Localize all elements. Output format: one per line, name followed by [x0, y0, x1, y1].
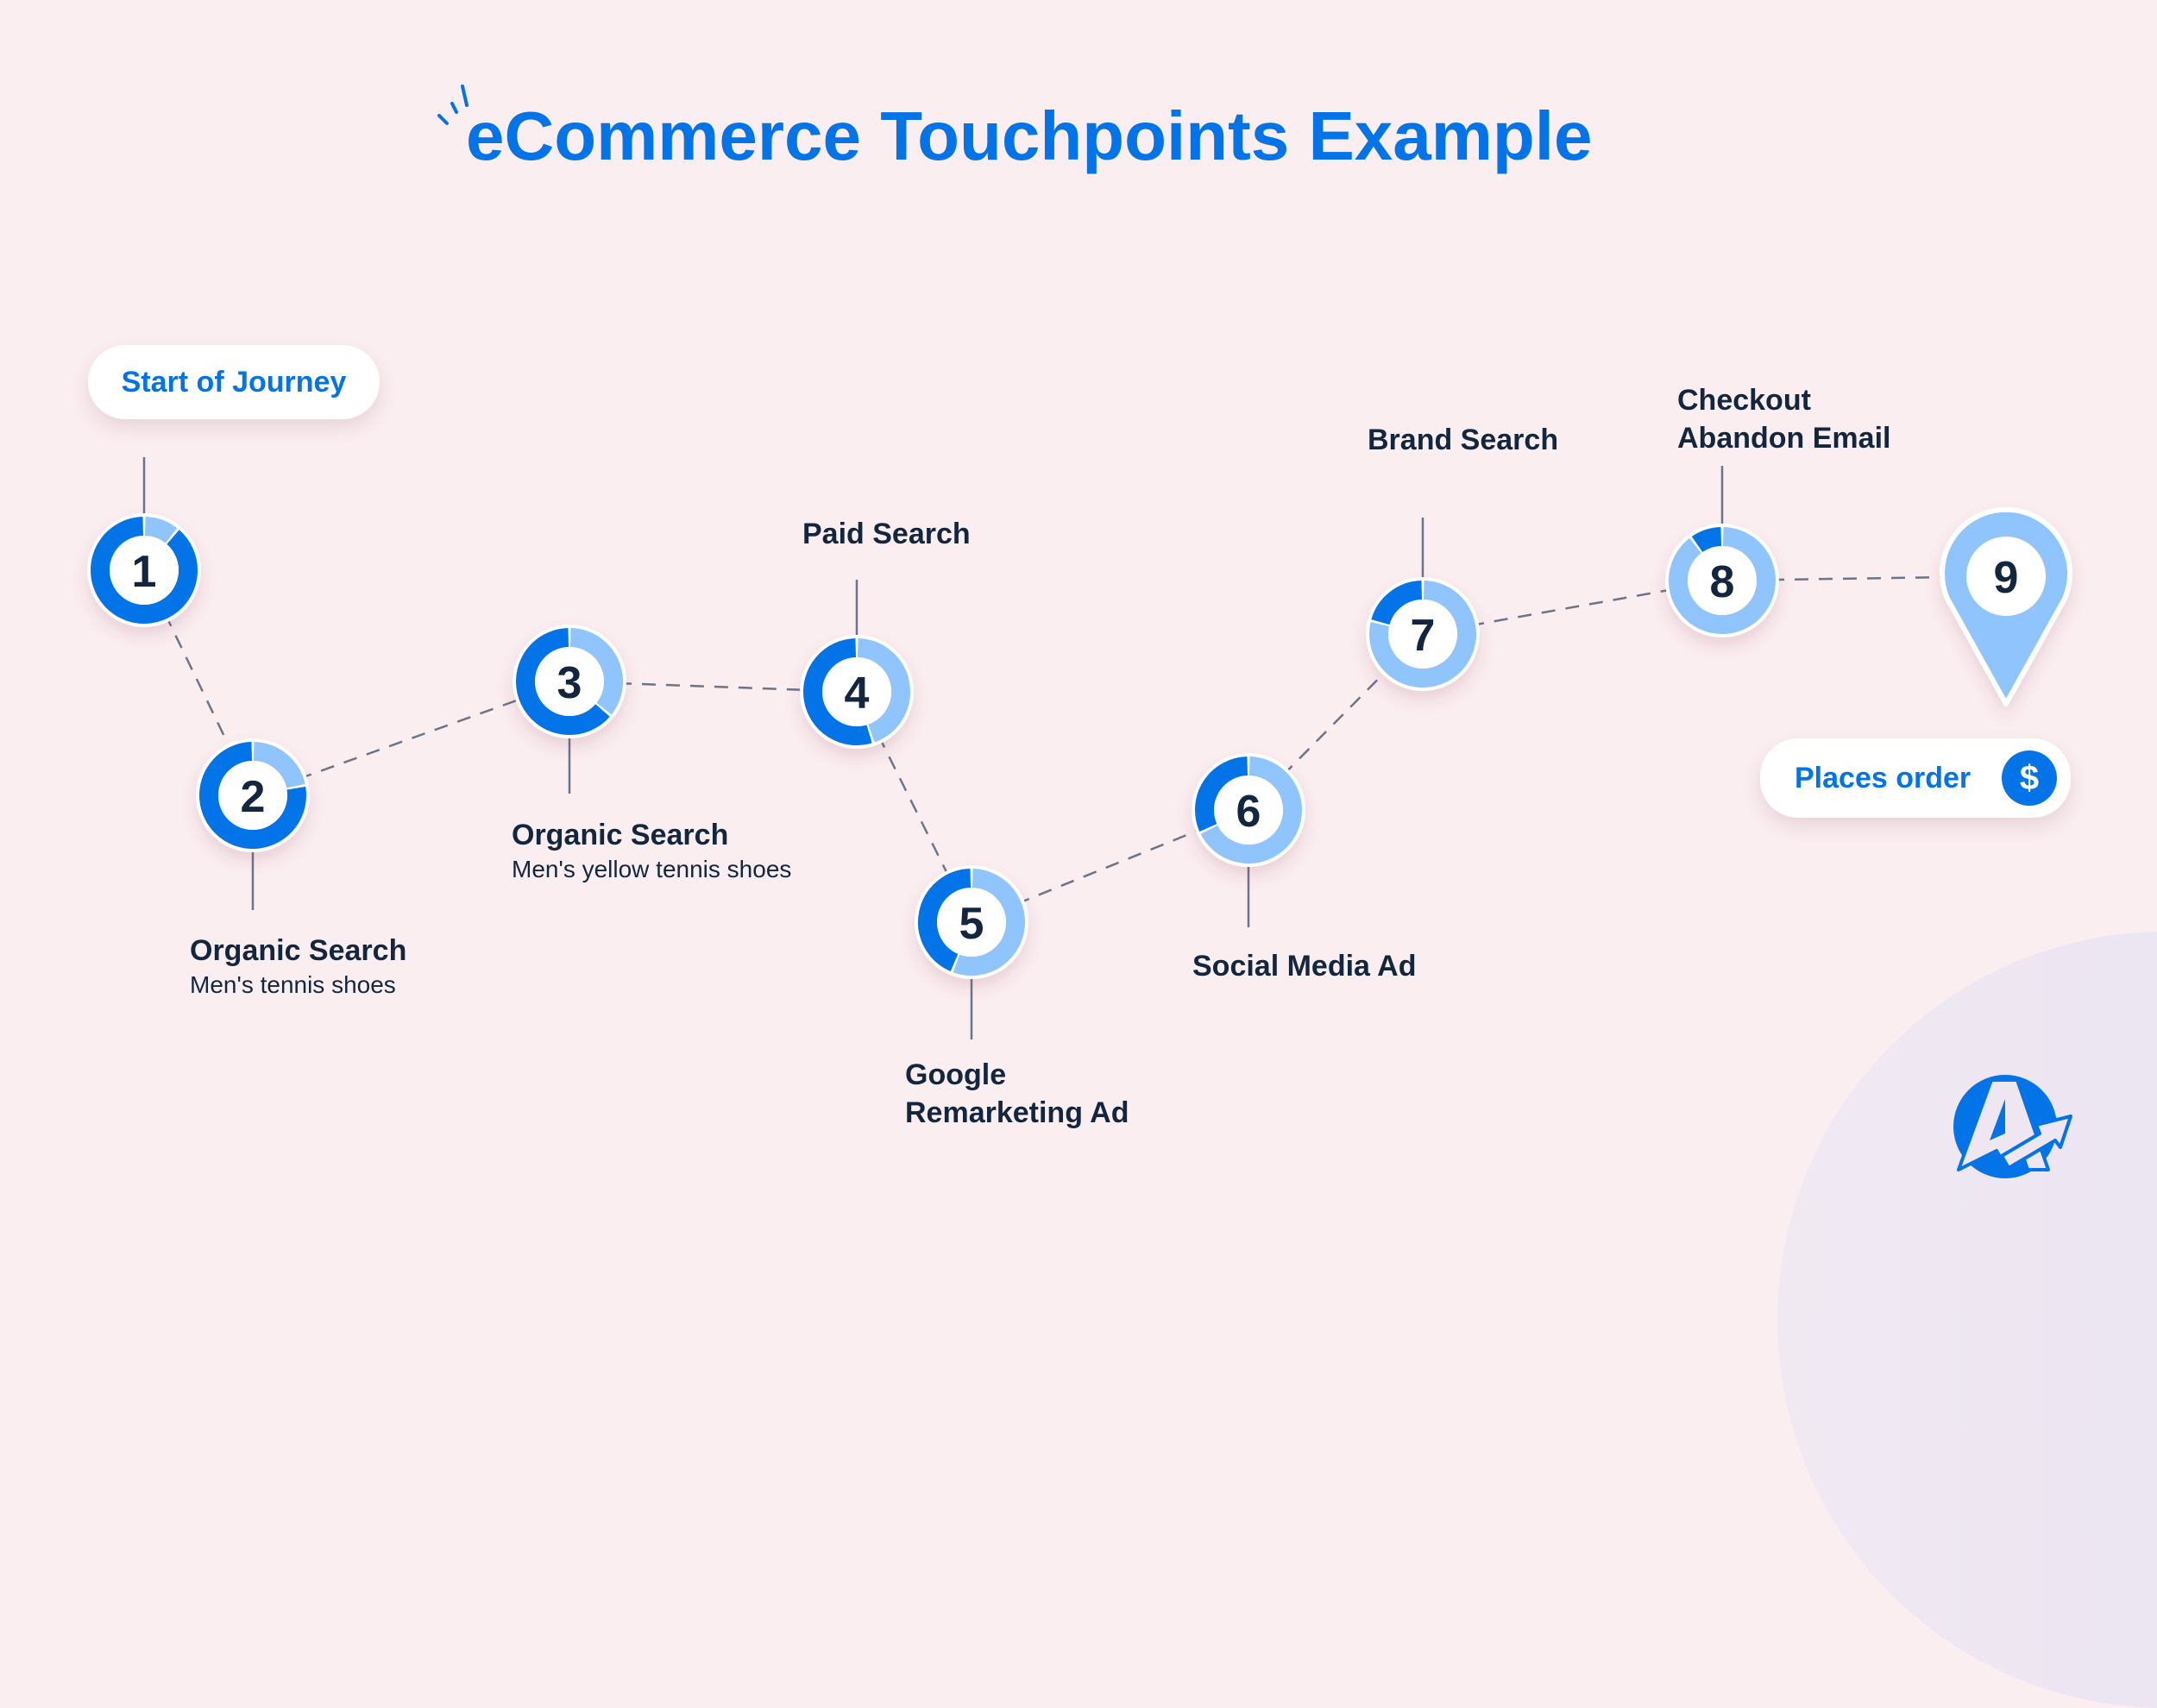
touchpoint-label-3: Organic Search Men's yellow tennis shoes — [512, 816, 791, 885]
touchpoint-label-7: Brand Search — [1368, 421, 1558, 459]
infographic: eCommerce Touchpoints Example Start of J… — [0, 0, 2157, 1708]
touchpoint-node-7: 7 — [1366, 577, 1480, 691]
step-number: 5 — [959, 899, 984, 949]
touchpoint-subtitle: Men's tennis shoes — [190, 971, 396, 998]
touchpoint-node-1: 1 — [87, 513, 201, 627]
touchpoint-node-8: 8 — [1665, 524, 1779, 637]
dollar-icon: $ — [2002, 750, 2057, 806]
touchpoint-title: Organic Search — [512, 819, 729, 851]
step-number: 6 — [1236, 787, 1261, 837]
step-number: 8 — [1710, 557, 1735, 607]
places-order-label: Places order — [1795, 761, 1971, 794]
touchpoint-title: Paid Search — [802, 518, 971, 550]
touchpoint-node-5: 5 — [915, 865, 1028, 979]
ring-segment-dark — [1691, 527, 1722, 553]
touchpoint-label-4: Paid Search — [802, 515, 971, 553]
touchpoint-label-6: Social Media Ad — [1192, 947, 1416, 985]
touchpoint-node-2: 2 — [196, 738, 310, 852]
touchpoint-label-8: Checkout Abandon Email — [1677, 381, 1890, 457]
touchpoint-title-line2: Remarketing Ad — [905, 1096, 1129, 1129]
step-number: 9 — [1994, 553, 2019, 603]
touchpoint-title: Google — [905, 1058, 1007, 1091]
touchpoint-title: Brand Search — [1368, 424, 1559, 456]
agencyanalytics-logo-icon — [1953, 1075, 2072, 1178]
step-number: 2 — [241, 772, 266, 822]
touchpoint-title: Organic Search — [190, 934, 407, 967]
touchpoint-node-4: 4 — [800, 635, 914, 749]
touchpoint-label-5: Google Remarketing Ad — [905, 1056, 1129, 1132]
touchpoint-title-line2: Abandon Email — [1677, 422, 1891, 455]
touchpoint-node-6: 6 — [1192, 753, 1305, 867]
places-order-badge: Places order $ — [1760, 738, 2071, 818]
touchpoint-label-2: Organic Search Men's tennis shoes — [190, 932, 406, 1001]
step-number: 1 — [132, 547, 157, 597]
touchpoint-node-9: 9 — [1940, 506, 2072, 706]
ring-segment-light — [144, 517, 178, 543]
touchpoint-title: Social Media Ad — [1192, 950, 1417, 983]
step-number: 4 — [845, 669, 870, 719]
step-number: 3 — [557, 658, 582, 708]
touchpoint-subtitle: Men's yellow tennis shoes — [512, 856, 792, 882]
touchpoint-node-3: 3 — [513, 625, 626, 738]
touchpoint-title: Checkout — [1677, 384, 1811, 417]
step-number: 7 — [1411, 611, 1436, 661]
